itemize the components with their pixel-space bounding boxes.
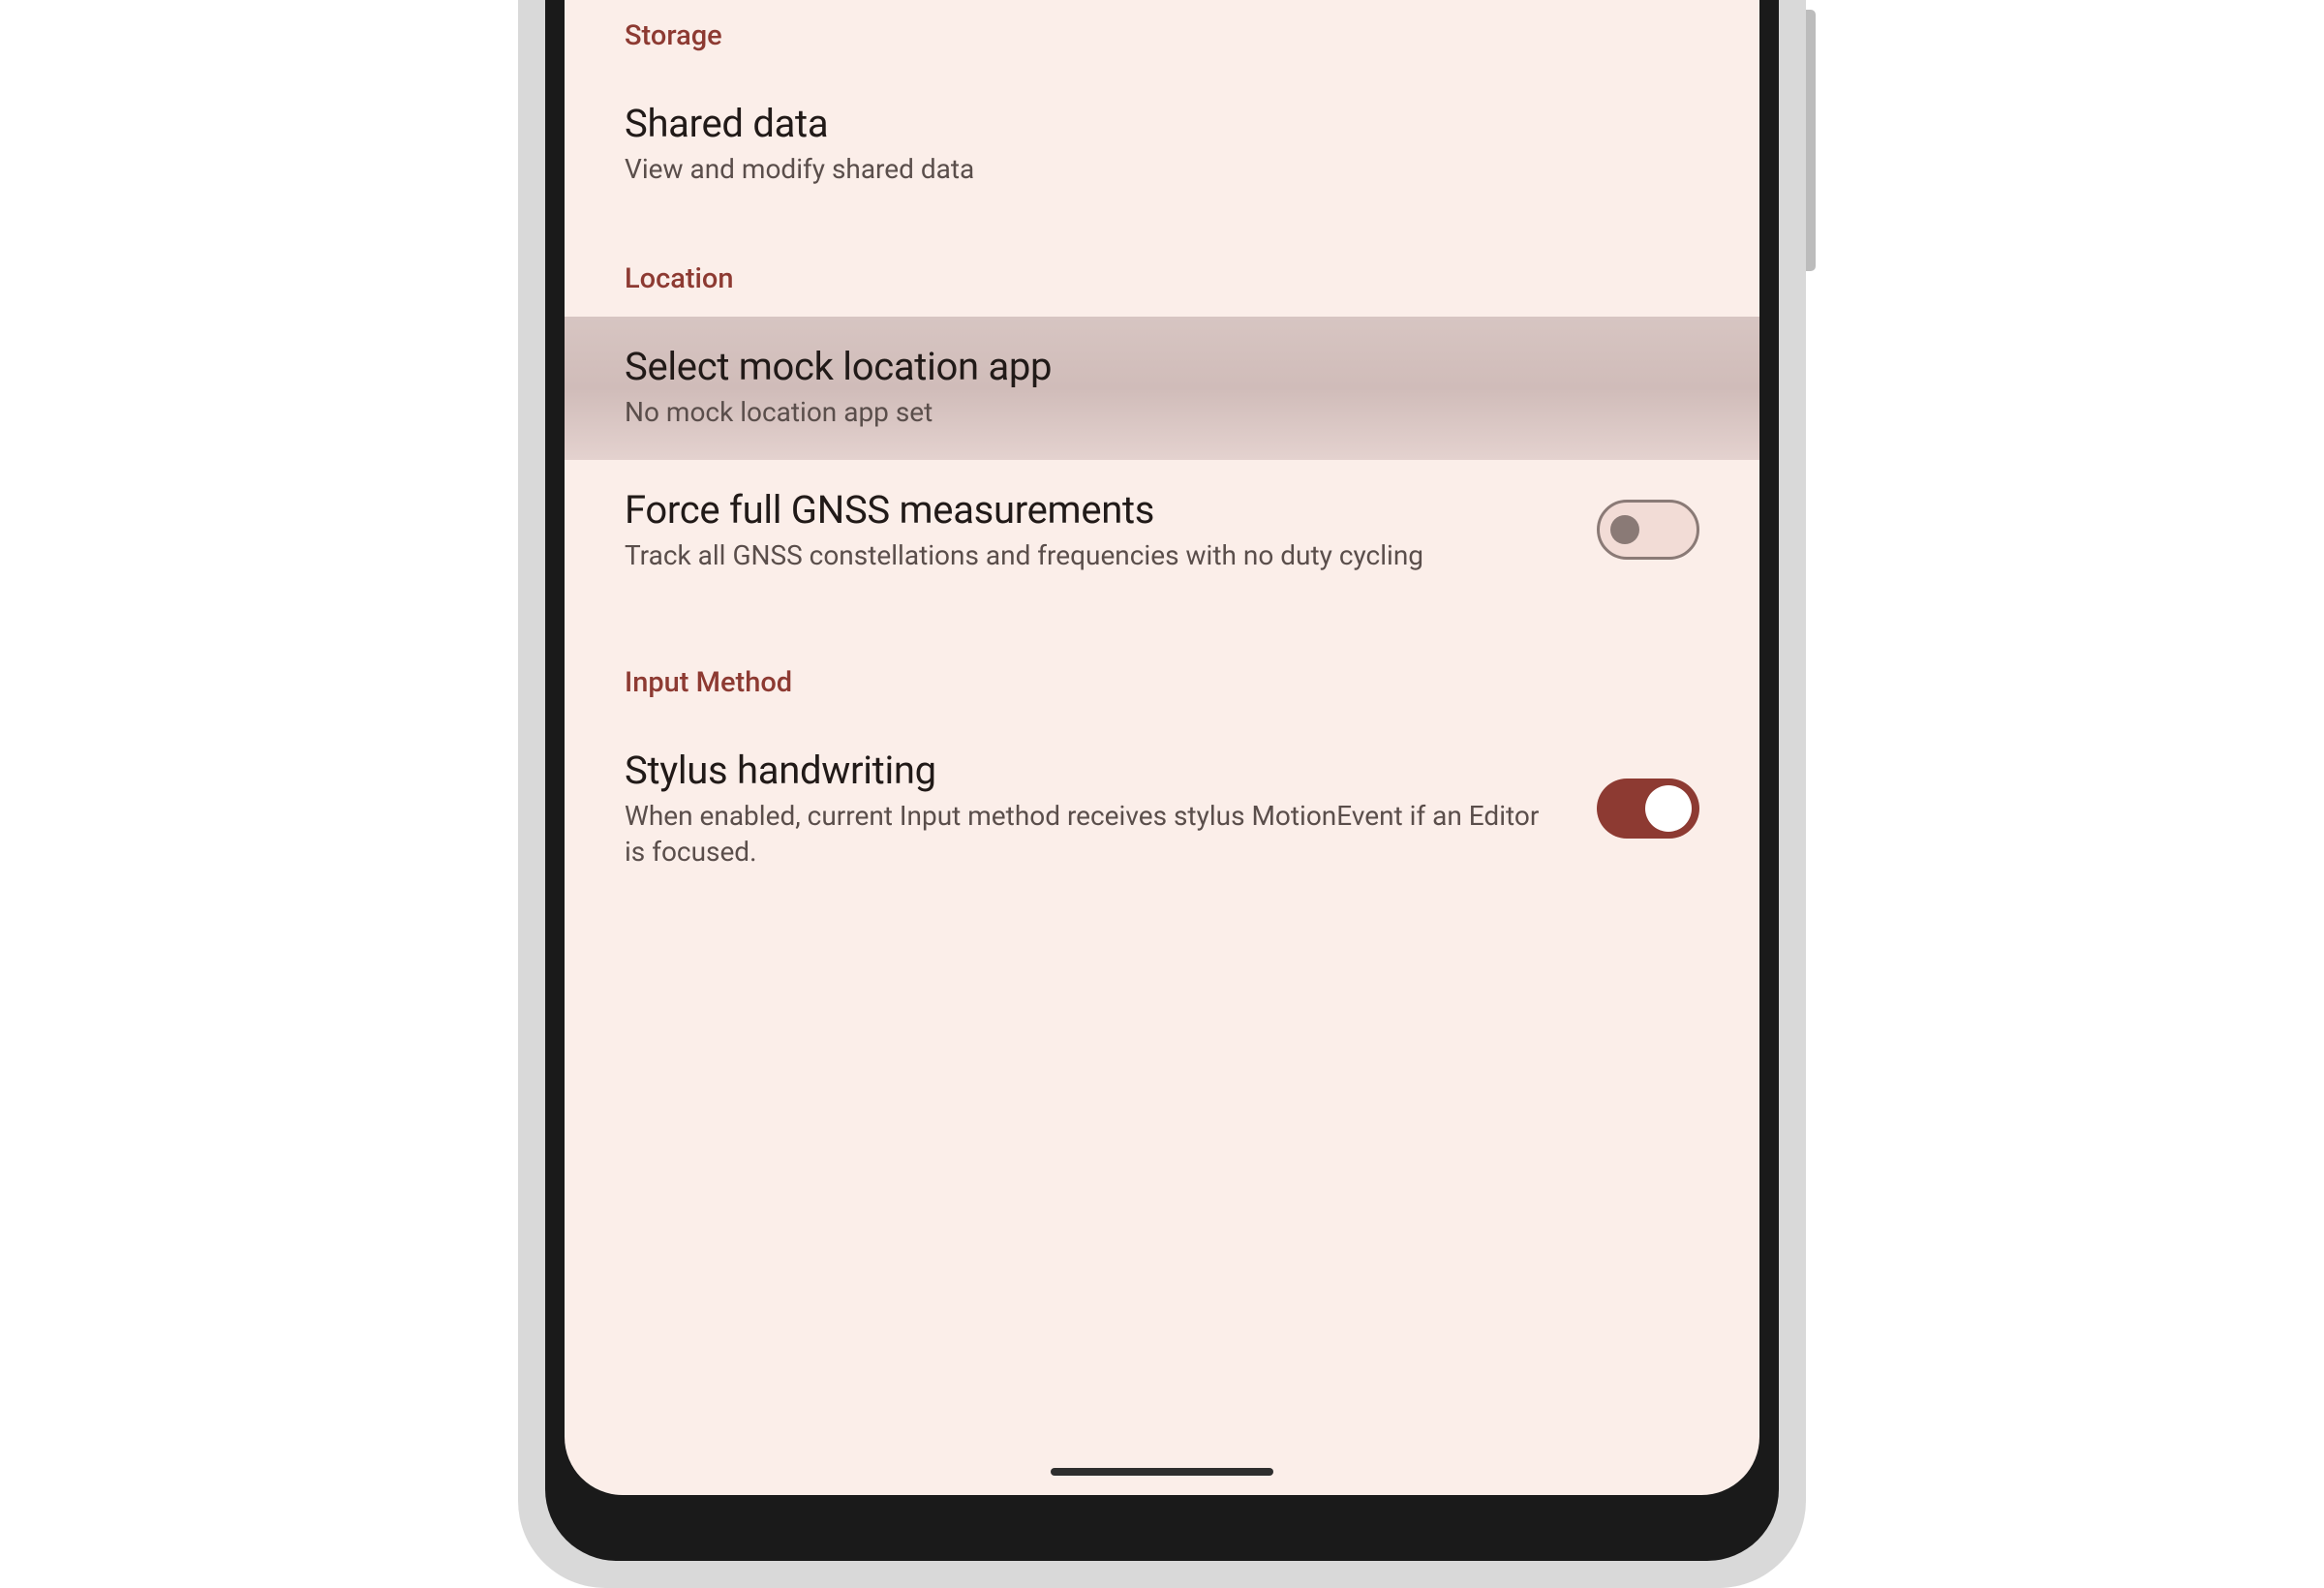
setting-title: Select mock location app	[625, 344, 1699, 389]
toggle-stylus-handwriting[interactable]	[1597, 779, 1699, 839]
setting-subtitle: When enabled, current Input method recei…	[625, 799, 1558, 870]
settings-content: Storage Shared data View and modify shar…	[565, 0, 1759, 1495]
section-header-storage: Storage	[565, 0, 1759, 74]
navigation-bar-handle[interactable]	[1051, 1468, 1273, 1476]
setting-subtitle: No mock location app set	[625, 395, 1699, 430]
setting-stylus-handwriting[interactable]: Stylus handwriting When enabled, current…	[565, 720, 1759, 899]
phone-frame: Storage Shared data View and modify shar…	[518, 0, 1806, 1588]
setting-title: Stylus handwriting	[625, 748, 1558, 793]
setting-force-gnss[interactable]: Force full GNSS measurements Track all G…	[565, 460, 1759, 602]
setting-text: Stylus handwriting When enabled, current…	[625, 748, 1558, 870]
section-header-location: Location	[565, 243, 1759, 317]
section-header-input-method: Input Method	[565, 647, 1759, 720]
setting-text: Shared data View and modify shared data	[625, 101, 1699, 187]
screen: Storage Shared data View and modify shar…	[565, 0, 1759, 1495]
setting-mock-location[interactable]: Select mock location app No mock locatio…	[565, 317, 1759, 459]
setting-title: Force full GNSS measurements	[625, 487, 1558, 533]
toggle-force-gnss[interactable]	[1597, 500, 1699, 560]
phone-side-button	[1806, 10, 1816, 271]
setting-subtitle: View and modify shared data	[625, 152, 1699, 187]
toggle-thumb	[1610, 515, 1639, 544]
setting-subtitle: Track all GNSS constellations and freque…	[625, 538, 1558, 573]
setting-title: Shared data	[625, 101, 1699, 146]
setting-shared-data[interactable]: Shared data View and modify shared data	[565, 74, 1759, 216]
setting-text: Force full GNSS measurements Track all G…	[625, 487, 1558, 573]
phone-inner-border: Storage Shared data View and modify shar…	[545, 0, 1779, 1561]
setting-text: Select mock location app No mock locatio…	[625, 344, 1699, 430]
toggle-thumb	[1645, 785, 1692, 832]
